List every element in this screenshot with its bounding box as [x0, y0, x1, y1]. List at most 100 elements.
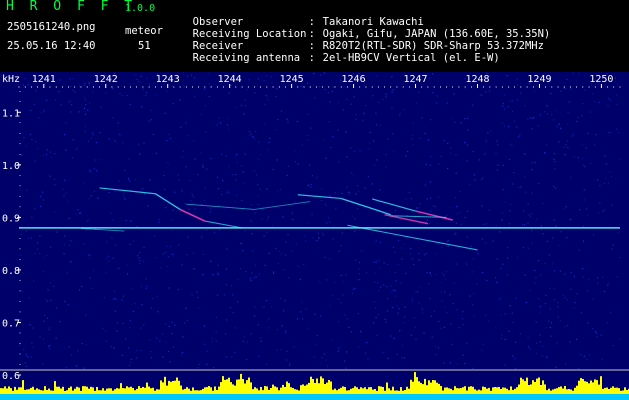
noise-speck — [440, 327, 442, 329]
noise-speck — [525, 191, 527, 193]
noise-speck — [369, 131, 371, 134]
activity-bar — [604, 387, 606, 394]
noise-speck — [155, 152, 158, 155]
noise-speck — [560, 90, 562, 92]
noise-speck — [507, 247, 509, 249]
noise-speck — [258, 273, 260, 275]
noise-speck — [160, 267, 162, 269]
noise-speck — [257, 195, 259, 197]
noise-speck — [435, 345, 437, 347]
noise-speck — [241, 199, 243, 202]
noise-speck — [337, 129, 339, 131]
activity-bar — [182, 389, 184, 394]
noise-speck — [461, 318, 463, 320]
noise-speck — [353, 96, 355, 98]
noise-speck — [36, 248, 38, 250]
noise-speck — [62, 188, 64, 190]
noise-speck — [334, 208, 336, 210]
noise-speck — [419, 286, 421, 288]
noise-speck — [530, 117, 532, 119]
noise-speck — [98, 159, 100, 161]
activity-bar — [496, 387, 498, 394]
noise-speck — [358, 346, 360, 348]
noise-speck — [190, 74, 193, 76]
noise-speck — [352, 292, 354, 294]
noise-speck — [283, 310, 285, 312]
noise-speck — [235, 154, 238, 156]
noise-speck — [278, 250, 280, 252]
info-separator: : — [308, 52, 315, 64]
noise-speck — [531, 169, 533, 171]
noise-speck — [589, 354, 591, 356]
noise-speck — [200, 113, 202, 115]
activity-bar — [454, 386, 456, 394]
noise-speck — [138, 143, 140, 145]
noise-speck — [323, 353, 325, 355]
activity-bar — [170, 381, 172, 394]
noise-speck — [211, 158, 213, 160]
noise-speck — [509, 305, 511, 307]
activity-bar — [300, 385, 302, 394]
noise-speck — [204, 105, 206, 107]
noise-speck — [79, 85, 81, 87]
activity-bar — [250, 382, 252, 394]
noise-speck — [583, 225, 585, 227]
activity-bar — [6, 388, 8, 394]
noise-speck — [540, 225, 542, 227]
noise-speck — [105, 330, 107, 332]
noise-speck — [609, 99, 611, 101]
activity-bar — [224, 379, 226, 394]
noise-speck — [456, 205, 458, 208]
noise-speck — [581, 268, 584, 270]
noise-speck — [414, 326, 416, 328]
activity-bar — [298, 390, 300, 394]
noise-speck — [425, 163, 427, 166]
activity-bar — [564, 386, 566, 394]
noise-speck — [554, 187, 557, 189]
activity-bar — [452, 390, 454, 394]
noise-speck — [590, 162, 592, 164]
noise-speck — [65, 192, 67, 194]
activity-bar — [240, 373, 242, 394]
noise-speck — [90, 195, 92, 197]
activity-bar — [98, 390, 100, 394]
noise-speck — [263, 306, 265, 308]
noise-speck — [34, 252, 36, 254]
noise-speck — [354, 218, 356, 220]
noise-speck — [602, 276, 604, 278]
noise-speck — [355, 118, 357, 121]
noise-speck — [384, 318, 386, 320]
noise-speck — [85, 344, 87, 346]
noise-speck — [249, 219, 251, 222]
noise-speck — [25, 145, 27, 147]
noise-speck — [275, 96, 277, 98]
noise-speck — [105, 272, 107, 274]
noise-speck — [573, 156, 576, 158]
activity-bar — [192, 387, 194, 394]
noise-speck — [252, 135, 254, 137]
noise-speck — [548, 320, 550, 322]
noise-speck — [70, 111, 72, 113]
noise-speck — [575, 338, 578, 340]
noise-speck — [471, 271, 473, 273]
activity-bar — [44, 386, 46, 394]
noise-speck — [383, 284, 385, 286]
noise-speck — [481, 94, 483, 96]
noise-speck — [181, 156, 183, 158]
noise-speck — [307, 185, 309, 187]
noise-speck — [341, 232, 343, 234]
activity-bar — [304, 385, 306, 394]
noise-speck — [26, 366, 28, 368]
noise-speck — [300, 311, 302, 313]
noise-speck — [144, 193, 146, 195]
info-key: Receiving antenna — [192, 52, 301, 64]
info-antenna: Receiving antenna:2el-HB9CV Vertical (el… — [180, 40, 500, 64]
noise-speck — [165, 207, 167, 209]
noise-speck — [394, 295, 396, 297]
noise-speck — [93, 168, 95, 170]
activity-bar — [162, 382, 164, 394]
activity-bar — [62, 386, 64, 394]
noise-speck — [307, 113, 309, 115]
noise-speck — [216, 124, 218, 126]
activity-bar — [256, 388, 258, 394]
